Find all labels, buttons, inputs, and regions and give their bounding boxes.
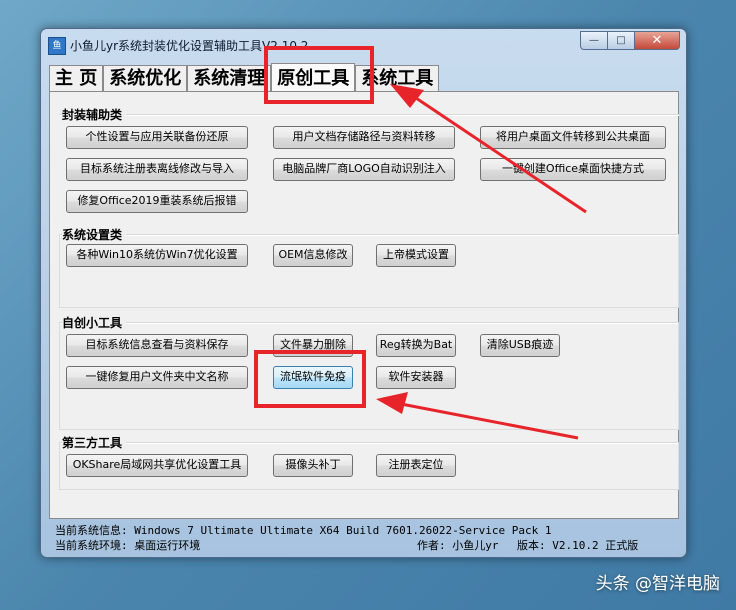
minimize-button[interactable]: — <box>580 31 607 50</box>
okshare-button[interactable]: OKShare局域网共享优化设置工具 <box>66 454 248 477</box>
registry-locate-button[interactable]: 注册表定位 <box>376 454 456 477</box>
software-installer-button[interactable]: 软件安装器 <box>376 366 456 389</box>
close-button[interactable]: ✕ <box>634 31 680 50</box>
backup-settings-button[interactable]: 个性设置与应用关联备份还原 <box>66 126 248 149</box>
group-original-tools: 自创小工具 目标系统信息查看与资料保存 文件暴力删除 Reg转换为Bat 清除U… <box>59 314 679 430</box>
office-shortcut-button[interactable]: 一键创建Office桌面快捷方式 <box>480 158 666 181</box>
system-info-view-button[interactable]: 目标系统信息查看与资料保存 <box>66 334 248 357</box>
tab-original-tools[interactable]: 原创工具 <box>271 63 356 92</box>
window-controls: — □ ✕ <box>580 31 680 50</box>
app-window: 鱼 小鱼儿yr系统封装优化设置辅助工具V2.10.2 — □ ✕ 主 页 系统优… <box>40 28 687 558</box>
brand-logo-button[interactable]: 电脑品牌厂商LOGO自动识别注入 <box>273 158 455 181</box>
status-version: 版本: V2.10.2 正式版 <box>517 539 639 552</box>
maximize-button[interactable]: □ <box>607 31 634 50</box>
force-delete-button[interactable]: 文件暴力删除 <box>273 334 353 357</box>
group-title-packaging: 封装辅助类 <box>62 106 127 123</box>
tab-strip: 主 页 系统优化 系统清理 原创工具 系统工具 <box>49 63 440 92</box>
rogue-software-immunity-button[interactable]: 流氓软件免疫 <box>273 366 353 389</box>
status-author: 作者: 小鱼儿yr <box>417 539 499 552</box>
offline-registry-button[interactable]: 目标系统注册表离线修改与导入 <box>66 158 248 181</box>
group-third-party: 第三方工具 OKShare局域网共享优化设置工具 摄像头补丁 注册表定位 <box>59 434 679 490</box>
tab-optimize[interactable]: 系统优化 <box>103 65 188 92</box>
tab-cleanup[interactable]: 系统清理 <box>187 65 272 92</box>
group-system-settings: 系统设置类 各种Win10系统仿Win7优化设置 OEM信息修改 上帝模式设置 <box>59 226 679 308</box>
watermark: 头条 @智洋电脑 <box>595 574 720 594</box>
app-icon: 鱼 <box>48 37 66 55</box>
tab-home[interactable]: 主 页 <box>49 65 104 92</box>
fix-user-folder-name-button[interactable]: 一键修复用户文件夹中文名称 <box>66 366 248 389</box>
title-bar[interactable]: 鱼 小鱼儿yr系统封装优化设置辅助工具V2.10.2 — □ ✕ <box>41 29 686 57</box>
clear-usb-traces-button[interactable]: 清除USB痕迹 <box>480 334 560 357</box>
window-title: 小鱼儿yr系统封装优化设置辅助工具V2.10.2 <box>70 39 309 53</box>
god-mode-button[interactable]: 上帝模式设置 <box>376 244 456 267</box>
tab-system-tools[interactable]: 系统工具 <box>355 65 440 92</box>
oem-info-button[interactable]: OEM信息修改 <box>273 244 353 267</box>
camera-patch-button[interactable]: 摄像头补丁 <box>273 454 353 477</box>
status-system-info: 当前系统信息: Windows 7 Ultimate Ultimate X64 … <box>55 524 552 537</box>
group-packaging: 封装辅助类 个性设置与应用关联备份还原 用户文档存储路径与资料转移 将用户桌面文… <box>59 106 679 218</box>
desktop-to-public-button[interactable]: 将用户桌面文件转移到公共桌面 <box>480 126 666 149</box>
status-environment: 当前系统环境: 桌面运行环境 <box>55 539 201 552</box>
win10-like-win7-button[interactable]: 各种Win10系统仿Win7优化设置 <box>66 244 248 267</box>
reg-to-bat-button[interactable]: Reg转换为Bat <box>376 334 456 357</box>
fix-office-button[interactable]: 修复Office2019重装系统后报错 <box>66 190 248 213</box>
group-divider <box>59 114 679 116</box>
user-docs-path-button[interactable]: 用户文档存储路径与资料转移 <box>273 126 455 149</box>
tab-content-panel: 封装辅助类 个性设置与应用关联备份还原 用户文档存储路径与资料转移 将用户桌面文… <box>49 91 679 519</box>
